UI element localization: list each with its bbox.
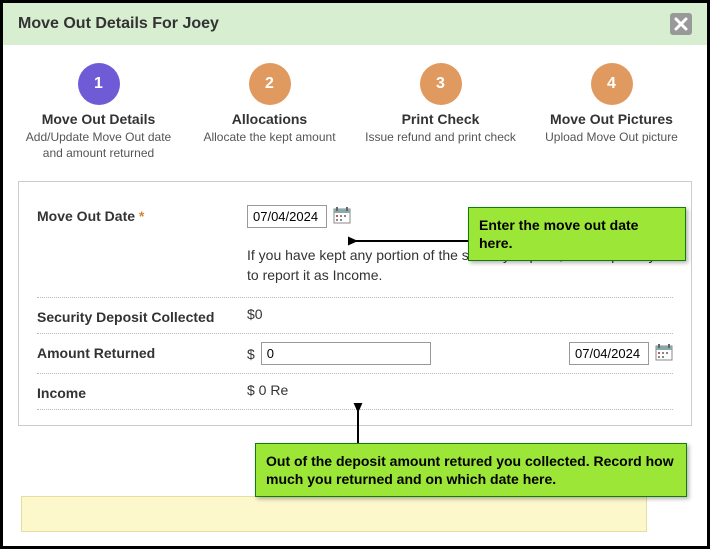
step-title: Move Out Pictures: [533, 111, 690, 127]
security-deposit-value: $0: [247, 306, 673, 322]
income-label: Income: [37, 382, 247, 401]
wizard-steps: 1 Move Out Details Add/Update Move Out d…: [3, 45, 707, 171]
annotation-callout-amount: Out of the deposit amount retured you co…: [255, 443, 687, 497]
step-title: Move Out Details: [20, 111, 177, 127]
step-number: 2: [249, 63, 291, 105]
footer-strip: [21, 496, 647, 532]
income-value: $ 0 Re: [247, 382, 673, 398]
step-number: 3: [420, 63, 462, 105]
step-desc: Allocate the kept amount: [191, 130, 348, 146]
annotation-arrow: [343, 403, 373, 448]
currency-prefix: $: [247, 346, 255, 362]
step-desc: Issue refund and print check: [362, 130, 519, 146]
step-print-check[interactable]: 3 Print Check Issue refund and print che…: [362, 63, 519, 161]
dialog-title: Move Out Details For Joey: [18, 15, 219, 33]
required-marker: *: [139, 208, 144, 224]
calendar-icon[interactable]: [333, 206, 351, 227]
step-number: 4: [591, 63, 633, 105]
close-icon: [674, 17, 688, 31]
close-button[interactable]: [670, 13, 692, 35]
row-security-deposit: Security Deposit Collected $0: [37, 298, 673, 334]
step-title: Print Check: [362, 111, 519, 127]
step-number: 1: [78, 63, 120, 105]
security-deposit-label: Security Deposit Collected: [37, 306, 247, 325]
step-desc: Add/Update Move Out date and amount retu…: [20, 130, 177, 161]
amount-returned-date-input[interactable]: [569, 342, 649, 365]
annotation-arrow: [348, 231, 478, 251]
step-allocations[interactable]: 2 Allocations Allocate the kept amount: [191, 63, 348, 161]
step-desc: Upload Move Out picture: [533, 130, 690, 146]
move-out-date-label: Move Out Date *: [37, 205, 247, 224]
annotation-callout-date: Enter the move out date here.: [468, 207, 686, 261]
amount-returned-label: Amount Returned: [37, 342, 247, 361]
label-text: Move Out Date: [37, 208, 135, 224]
dialog-header: Move Out Details For Joey: [3, 3, 707, 45]
amount-returned-input[interactable]: [261, 342, 431, 365]
step-title: Allocations: [191, 111, 348, 127]
step-move-out-pictures[interactable]: 4 Move Out Pictures Upload Move Out pict…: [533, 63, 690, 161]
move-out-date-input[interactable]: [247, 205, 327, 228]
step-move-out-details[interactable]: 1 Move Out Details Add/Update Move Out d…: [20, 63, 177, 161]
calendar-icon[interactable]: [655, 343, 673, 364]
row-amount-returned: Amount Returned $: [37, 334, 673, 374]
